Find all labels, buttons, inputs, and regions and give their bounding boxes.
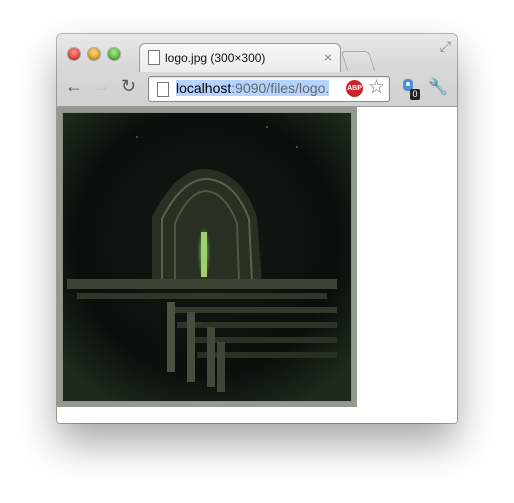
page-icon [157, 82, 169, 97]
url-host: localhost [176, 80, 232, 96]
browser-window: logo.jpg (300×300) × ⤢ ← → ↻ localhost:9… [57, 34, 457, 423]
fullscreen-icon[interactable]: ⤢ [440, 38, 451, 55]
new-tab-button[interactable] [340, 51, 376, 71]
browser-chrome: logo.jpg (300×300) × ⤢ ← → ↻ localhost:9… [57, 34, 457, 107]
tab-logo[interactable]: logo.jpg (300×300) × [139, 43, 341, 72]
forward-icon[interactable]: → [93, 76, 111, 96]
url-text[interactable]: localhost:9090/files/logo. [176, 80, 344, 96]
tab-close-icon[interactable]: × [324, 49, 332, 65]
toolbar: ← → ↻ localhost:9090/files/logo. ABP ☆ 0… [57, 72, 457, 106]
zoom-window-button[interactable] [108, 48, 120, 60]
url-path: :9090/files/logo. [231, 80, 330, 96]
bookmark-star-icon[interactable]: ☆ [368, 76, 385, 99]
address-bar[interactable]: localhost:9090/files/logo. ABP ☆ [148, 76, 390, 102]
close-window-button[interactable] [68, 48, 80, 60]
reload-icon[interactable]: ↻ [121, 76, 136, 96]
minimize-window-button[interactable] [88, 48, 100, 60]
extension-badge: 0 [410, 89, 420, 100]
page-content [57, 107, 457, 423]
back-icon[interactable]: ← [65, 76, 83, 96]
wrench-menu-icon[interactable]: 🔧 [428, 77, 448, 97]
tab-title: logo.jpg (300×300) [165, 51, 266, 65]
logo-image [57, 107, 357, 407]
adblock-icon[interactable]: ABP [346, 80, 363, 97]
page-icon [148, 50, 160, 65]
